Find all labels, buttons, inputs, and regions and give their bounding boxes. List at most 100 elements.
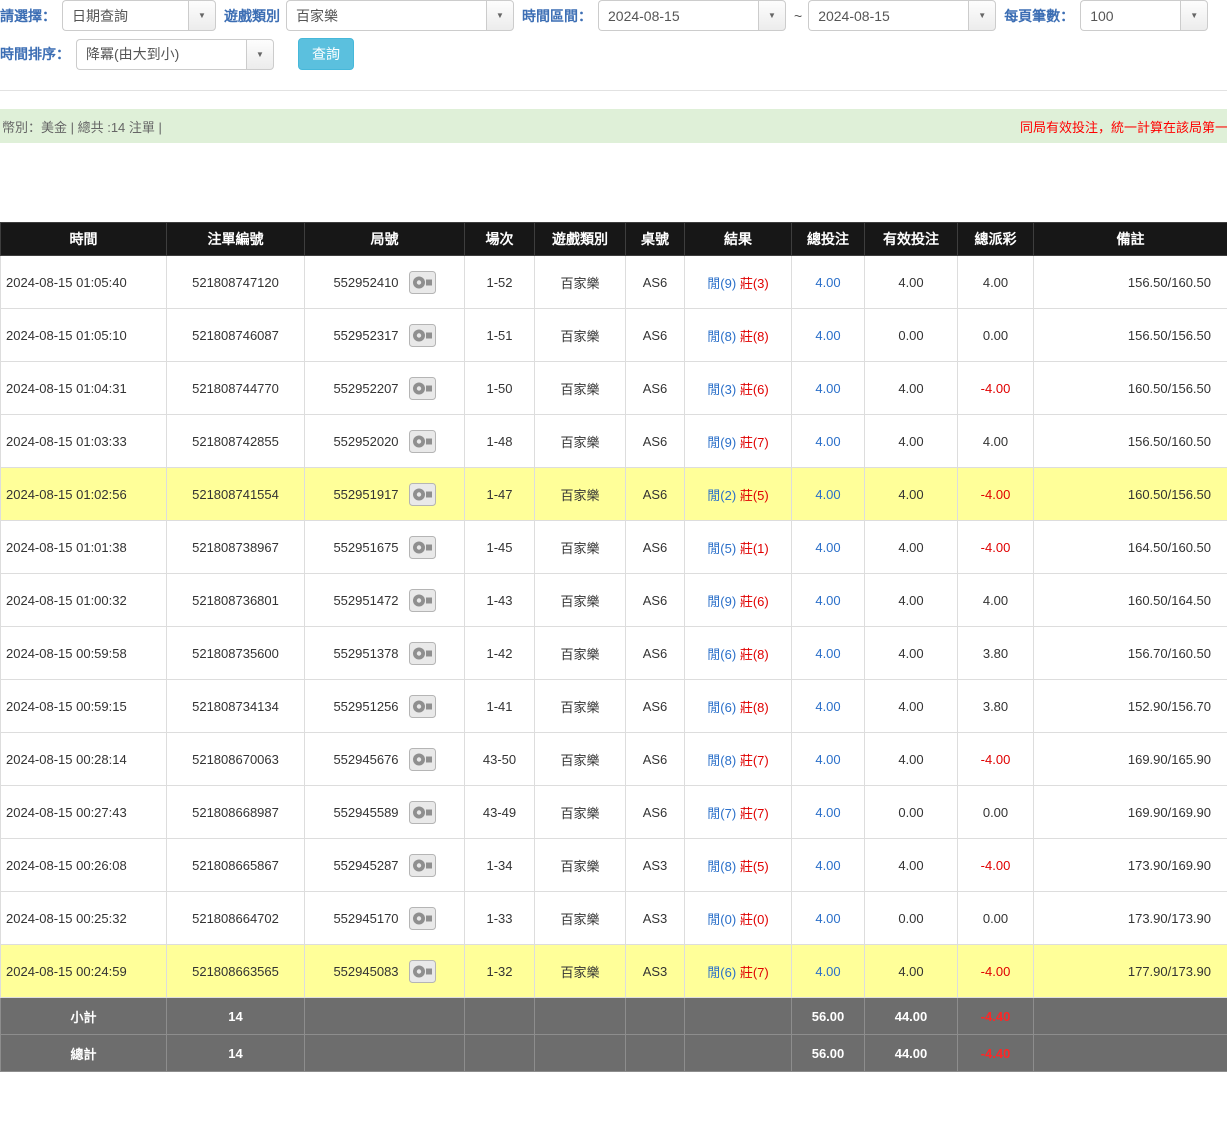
cell-session: 1-45 bbox=[465, 521, 535, 574]
video-replay-icon[interactable] bbox=[409, 271, 436, 294]
cell-note: 160.50/164.50 bbox=[1034, 574, 1227, 627]
total-bet-link[interactable]: 4.00 bbox=[815, 328, 840, 343]
footer-empty-cell bbox=[626, 998, 685, 1035]
footer-empty-cell bbox=[685, 998, 792, 1035]
cell-valid-bet: 4.00 bbox=[865, 415, 958, 468]
col-header-round: 局號 bbox=[305, 223, 465, 256]
query-type-select[interactable]: ▼ bbox=[62, 0, 216, 31]
cell-time: 2024-08-15 01:04:31 bbox=[1, 362, 167, 415]
round-number: 552952207 bbox=[333, 381, 398, 396]
cell-valid-bet: 4.00 bbox=[865, 256, 958, 309]
chevron-down-icon[interactable]: ▼ bbox=[758, 0, 786, 31]
player-result: 閒(0) bbox=[707, 912, 736, 927]
col-header-payout: 總派彩 bbox=[958, 223, 1034, 256]
chevron-down-icon[interactable]: ▼ bbox=[246, 39, 274, 70]
cell-round: 552945589 bbox=[305, 786, 465, 839]
total-bet-link[interactable]: 4.00 bbox=[815, 275, 840, 290]
cell-payout: -4.00 bbox=[958, 839, 1034, 892]
cell-valid-bet: 4.00 bbox=[865, 839, 958, 892]
player-result: 閒(6) bbox=[707, 700, 736, 715]
cell-payout: -4.00 bbox=[958, 521, 1034, 574]
summary-bar: 幣別：美金 | 總共 :14 注單 | 同局有效投注，統一計算在該局第一張 bbox=[0, 109, 1227, 143]
cell-game: 百家樂 bbox=[535, 468, 626, 521]
cell-table-no: AS6 bbox=[626, 574, 685, 627]
total-bet-link[interactable]: 4.00 bbox=[815, 593, 840, 608]
video-replay-icon[interactable] bbox=[409, 695, 436, 718]
cell-result: 閒(0) 莊(0) bbox=[685, 892, 792, 945]
cell-payout: 0.00 bbox=[958, 786, 1034, 839]
video-replay-icon[interactable] bbox=[409, 748, 436, 771]
cell-payout: 3.80 bbox=[958, 627, 1034, 680]
total-bet-link[interactable]: 4.00 bbox=[815, 964, 840, 979]
cell-total-bet: 4.00 bbox=[792, 627, 865, 680]
total-count: 14 bbox=[167, 1035, 305, 1072]
game-type-input[interactable] bbox=[286, 0, 486, 31]
round-number: 552951256 bbox=[333, 699, 398, 714]
video-replay-icon[interactable] bbox=[409, 960, 436, 983]
cell-result: 閒(9) 莊(7) bbox=[685, 415, 792, 468]
cell-game: 百家樂 bbox=[535, 309, 626, 362]
total-bet-link[interactable]: 4.00 bbox=[815, 487, 840, 502]
cell-time: 2024-08-15 00:27:43 bbox=[1, 786, 167, 839]
footer-empty-cell bbox=[535, 1035, 626, 1072]
total-bet-link[interactable]: 4.00 bbox=[815, 699, 840, 714]
video-replay-icon[interactable] bbox=[409, 589, 436, 612]
date-from-picker[interactable]: ▼ bbox=[598, 0, 786, 31]
video-replay-icon[interactable] bbox=[409, 324, 436, 347]
cell-result: 閒(6) 莊(7) bbox=[685, 945, 792, 998]
banker-result: 莊(6) bbox=[740, 594, 769, 609]
cell-round: 552945083 bbox=[305, 945, 465, 998]
subtotal-label: 小計 bbox=[1, 998, 167, 1035]
cell-table-no: AS6 bbox=[626, 362, 685, 415]
video-replay-icon[interactable] bbox=[409, 430, 436, 453]
page-size-select[interactable]: ▼ bbox=[1080, 0, 1208, 31]
cell-total-bet: 4.00 bbox=[792, 680, 865, 733]
cell-valid-bet: 4.00 bbox=[865, 468, 958, 521]
video-replay-icon[interactable] bbox=[409, 854, 436, 877]
sort-order-select[interactable]: ▼ bbox=[76, 39, 274, 70]
video-replay-icon[interactable] bbox=[409, 907, 436, 930]
total-bet-link[interactable]: 4.00 bbox=[815, 805, 840, 820]
total-bet-link[interactable]: 4.00 bbox=[815, 381, 840, 396]
cell-note: 156.50/156.50 bbox=[1034, 309, 1227, 362]
player-result: 閒(9) bbox=[707, 435, 736, 450]
date-to-picker[interactable]: ▼ bbox=[808, 0, 996, 31]
total-total-bet: 56.00 bbox=[792, 1035, 865, 1072]
query-type-input[interactable] bbox=[62, 0, 188, 31]
chevron-down-icon[interactable]: ▼ bbox=[486, 0, 514, 31]
table-row: 2024-08-15 00:24:59 521808663565 5529450… bbox=[1, 945, 1227, 998]
total-bet-link[interactable]: 4.00 bbox=[815, 858, 840, 873]
cell-game: 百家樂 bbox=[535, 415, 626, 468]
page-size-label: 每頁筆數： bbox=[1004, 6, 1074, 26]
date-from-input[interactable] bbox=[598, 0, 758, 31]
cell-round: 552951472 bbox=[305, 574, 465, 627]
total-bet-link[interactable]: 4.00 bbox=[815, 646, 840, 661]
cell-session: 43-49 bbox=[465, 786, 535, 839]
cell-round: 552951256 bbox=[305, 680, 465, 733]
cell-table-no: AS6 bbox=[626, 521, 685, 574]
video-replay-icon[interactable] bbox=[409, 536, 436, 559]
game-type-select[interactable]: ▼ bbox=[286, 0, 514, 31]
cell-bet-id: 521808736801 bbox=[167, 574, 305, 627]
round-number: 552952317 bbox=[333, 328, 398, 343]
cell-game: 百家樂 bbox=[535, 256, 626, 309]
total-bet-link[interactable]: 4.00 bbox=[815, 911, 840, 926]
chevron-down-icon[interactable]: ▼ bbox=[968, 0, 996, 31]
col-header-bet-id: 注單編號 bbox=[167, 223, 305, 256]
video-replay-icon[interactable] bbox=[409, 377, 436, 400]
total-bet-link[interactable]: 4.00 bbox=[815, 540, 840, 555]
video-replay-icon[interactable] bbox=[409, 642, 436, 665]
cell-table-no: AS6 bbox=[626, 415, 685, 468]
search-button[interactable]: 查詢 bbox=[298, 38, 354, 70]
date-to-input[interactable] bbox=[808, 0, 968, 31]
video-replay-icon[interactable] bbox=[409, 483, 436, 506]
player-result: 閒(2) bbox=[707, 488, 736, 503]
table-body: 2024-08-15 01:05:40 521808747120 5529524… bbox=[1, 256, 1227, 998]
video-replay-icon[interactable] bbox=[409, 801, 436, 824]
sort-order-input[interactable] bbox=[76, 39, 246, 70]
chevron-down-icon[interactable]: ▼ bbox=[1180, 0, 1208, 31]
chevron-down-icon[interactable]: ▼ bbox=[188, 0, 216, 31]
total-bet-link[interactable]: 4.00 bbox=[815, 434, 840, 449]
page-size-input[interactable] bbox=[1080, 0, 1180, 31]
total-bet-link[interactable]: 4.00 bbox=[815, 752, 840, 767]
